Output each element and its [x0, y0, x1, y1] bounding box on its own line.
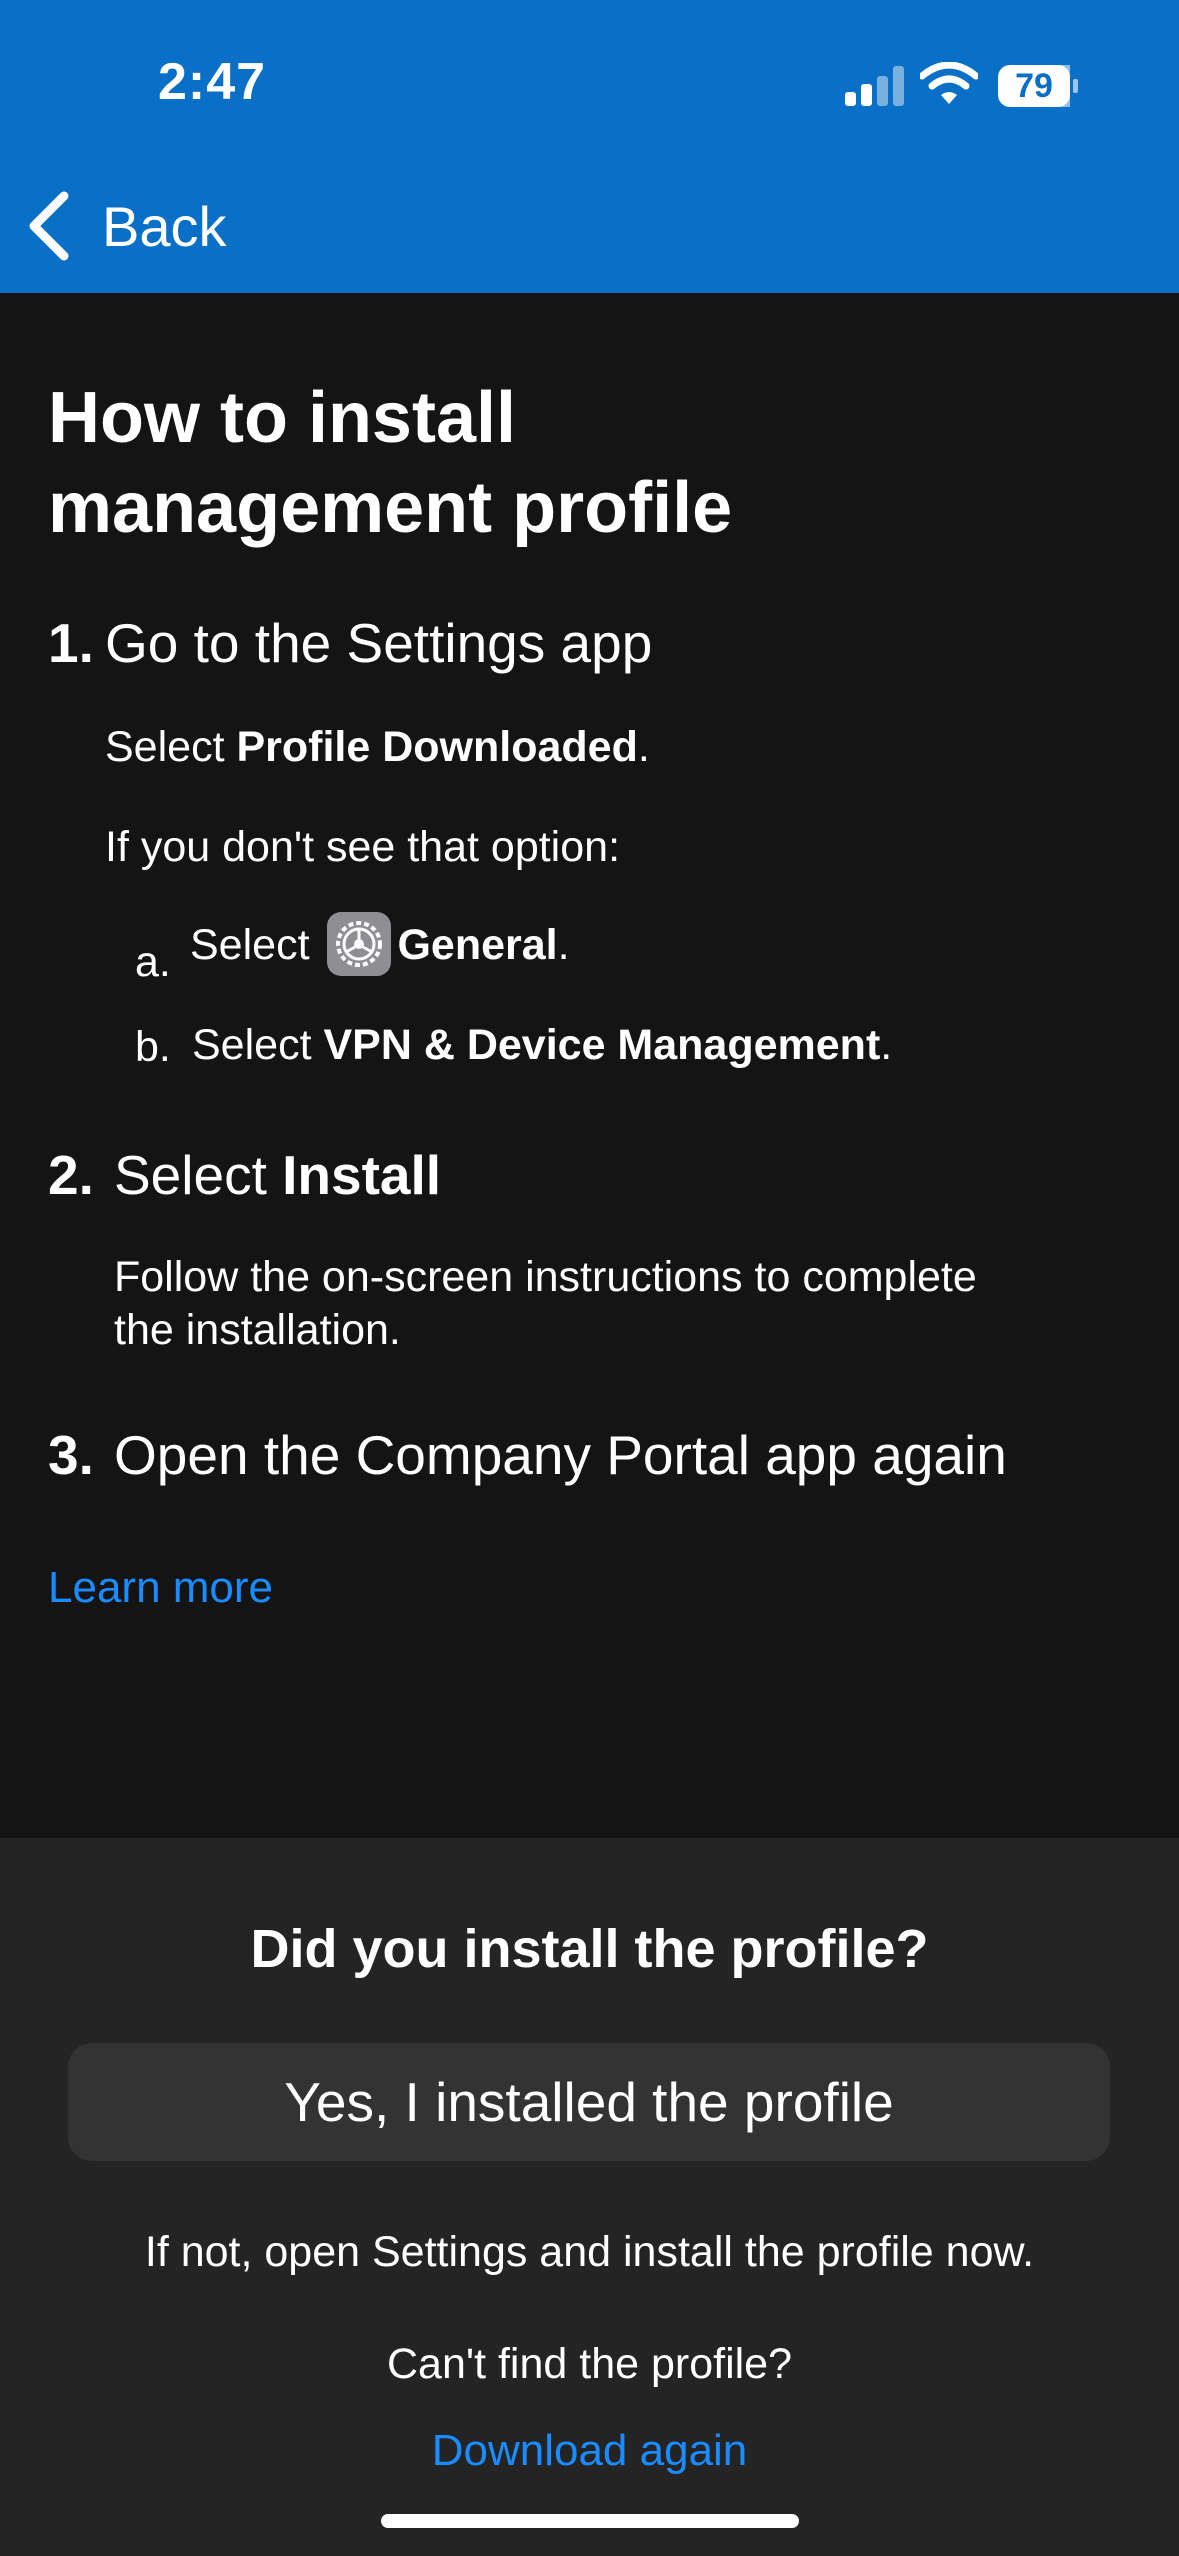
cellular-signal-icon [845, 66, 905, 106]
chevron-left-icon [29, 191, 69, 261]
page-title: How to install management profile [48, 373, 1128, 553]
sub-step-a-suffix: . [557, 921, 570, 969]
step-1-line2: If you don't see that option: [105, 823, 621, 871]
step-2-number: 2. [48, 1144, 94, 1206]
yes-installed-button[interactable]: Yes, I installed the profile [68, 2043, 1110, 2161]
step-1-line1-prefix: Select [105, 723, 237, 771]
sub-step-b-prefix: Select [192, 1021, 324, 1069]
battery-icon: 79 [997, 64, 1079, 108]
back-label: Back [102, 194, 227, 258]
step-3-number: 3. [48, 1424, 94, 1486]
settings-gear-icon [327, 911, 392, 976]
step-2-heading: Select Install [114, 1143, 441, 1207]
battery-level: 79 [1015, 67, 1053, 105]
sub-step-b-suffix: . [880, 1021, 893, 1069]
step-1-line1: Select Profile Downloaded. [105, 721, 650, 774]
step-3-heading: Open the Company Portal app again [114, 1424, 1007, 1486]
step-2-heading-prefix: Select [114, 1144, 283, 1206]
install-text: Install [282, 1144, 442, 1206]
sub-step-b: Select VPN & Device Management. [192, 1019, 892, 1072]
step-1-number: 1. [48, 612, 94, 674]
page-title-line2: management profile [48, 468, 733, 548]
profile-downloaded-text: Profile Downloaded [236, 723, 638, 771]
sub-step-a-marker: a. [135, 938, 171, 986]
confirmation-sheet: Did you install the profile? Yes, I inst… [0, 1838, 1179, 2556]
page-title-line1: How to install [48, 378, 516, 458]
header-bar: 2:47 79 Back [0, 0, 1179, 293]
instructions-content: How to install management profile 1. Go … [0, 293, 1179, 1838]
sheet-question: Did you install the profile? [250, 1919, 929, 1979]
download-again-link[interactable]: Download again [0, 2426, 1179, 2476]
step-2-body: Follow the on-screen instructions to com… [114, 1251, 977, 1357]
sub-step-a-prefix: Select [190, 921, 322, 969]
sub-step-a: Select General. [190, 911, 570, 976]
step-2-body-line2: the installation. [114, 1306, 401, 1354]
general-text: General [397, 921, 558, 969]
learn-more-link[interactable]: Learn more [48, 1563, 273, 1613]
step-1-heading: Go to the Settings app [105, 612, 653, 674]
back-button[interactable]: Back [24, 186, 227, 266]
sub-step-b-marker: b. [135, 1023, 171, 1071]
step-1-line1-suffix: . [637, 723, 650, 771]
step-2-body-line1: Follow the on-screen instructions to com… [114, 1253, 977, 1301]
sheet-note: If not, open Settings and install the pr… [144, 2228, 1035, 2276]
wifi-icon [920, 62, 978, 104]
status-time: 2:47 [158, 53, 267, 111]
cant-find-text: Can't find the profile? [386, 2340, 792, 2388]
home-indicator[interactable] [381, 2514, 799, 2528]
vpn-device-management-text: VPN & Device Management [323, 1021, 881, 1069]
